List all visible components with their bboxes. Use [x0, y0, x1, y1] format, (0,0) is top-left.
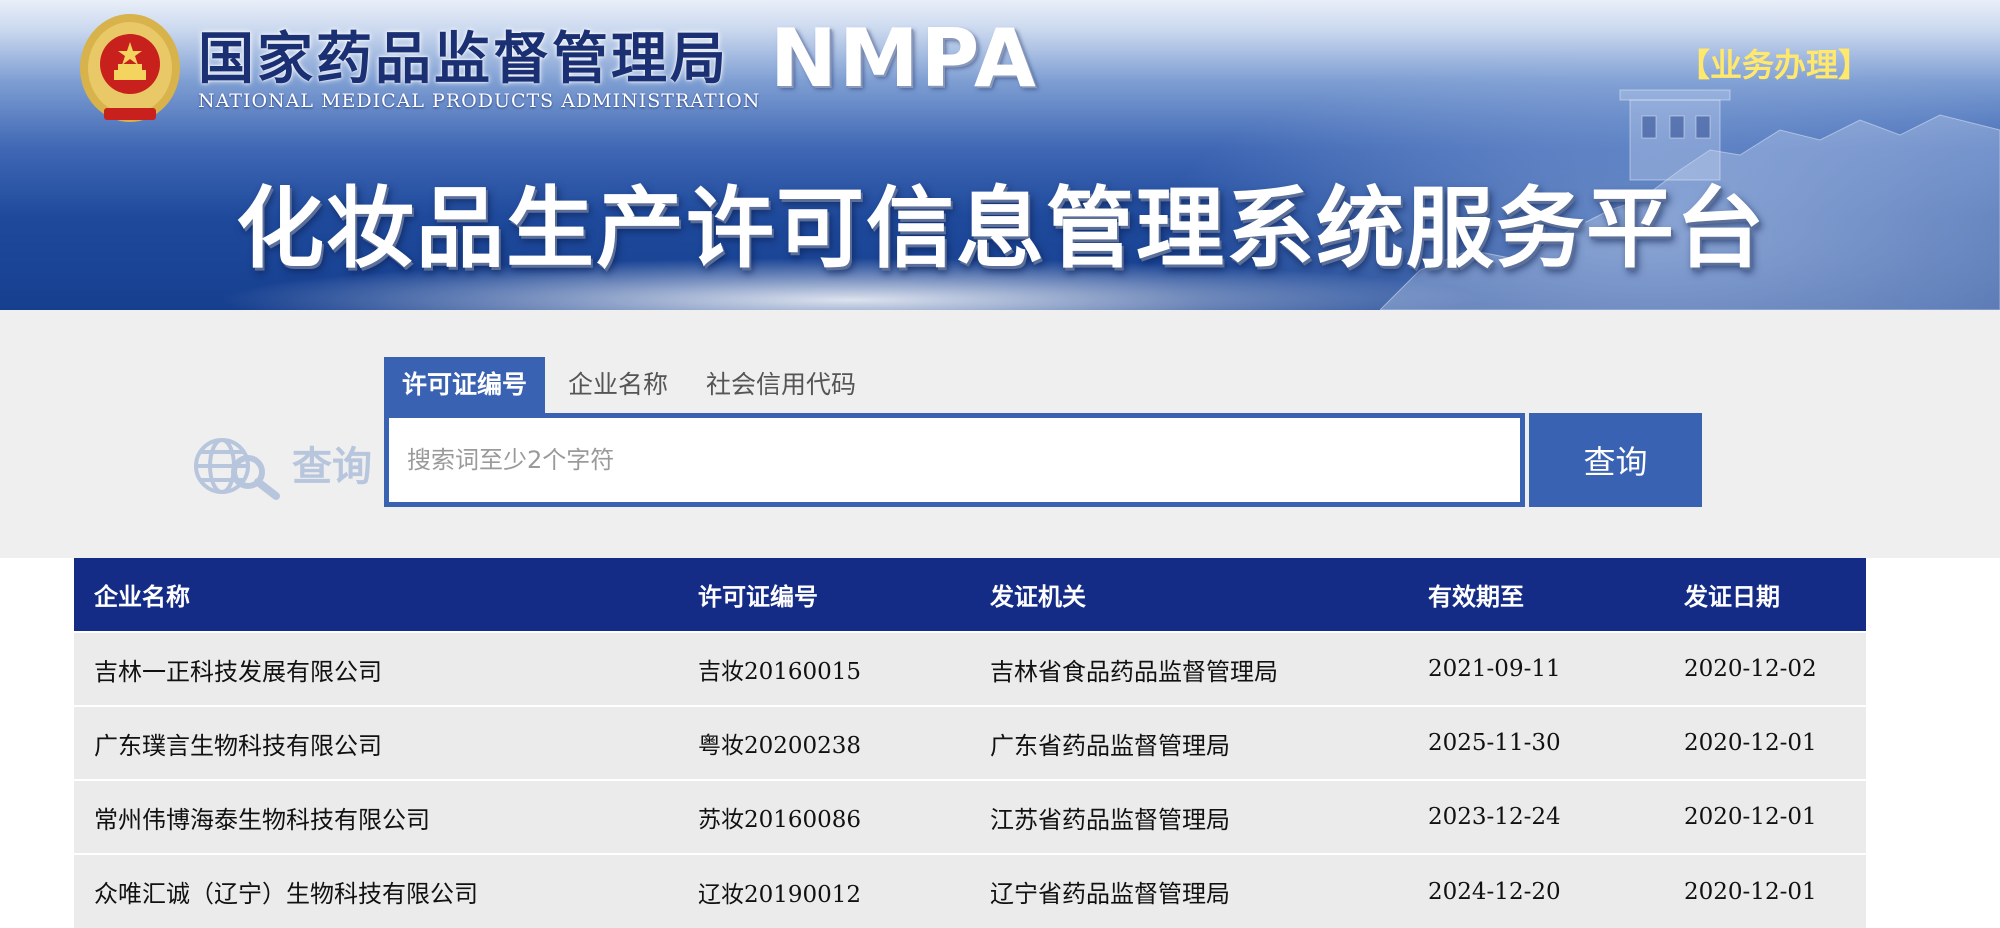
results-table: 企业名称 许可证编号 发证机关 有效期至 发证日期 吉林一正科技发展有限公司 吉…: [74, 558, 1866, 928]
search-logo-text: 查询: [292, 444, 372, 490]
cell-license-number: 粤妆20200238: [678, 705, 970, 780]
column-header-valid-until[interactable]: 有效期至: [1408, 558, 1664, 632]
search-box: [384, 413, 1525, 507]
cell-issue-date: 2020-12-02: [1664, 631, 1866, 706]
org-abbr-logo: NMPA: [770, 12, 1038, 105]
business-link[interactable]: 【业务办理】: [1678, 40, 1870, 86]
tab-company-name[interactable]: 企业名称: [568, 357, 668, 413]
table-row[interactable]: 广东璞言生物科技有限公司 粤妆20200238 广东省药品监督管理局 2025-…: [74, 705, 1866, 780]
cell-license-number: 吉妆20160015: [678, 631, 970, 706]
column-header-license-number[interactable]: 许可证编号: [678, 558, 970, 632]
cell-license-number: 苏妆20160086: [678, 779, 970, 854]
search-panel: 查询 许可证编号 企业名称 社会信用代码 查询: [0, 310, 2000, 558]
search-input[interactable]: [389, 418, 1520, 502]
platform-title: 化妆品生产许可信息管理系统服务平台: [236, 177, 1767, 280]
org-name-cn: 国家药品监督管理局: [198, 26, 729, 92]
cell-valid-until: 2024-12-20: [1408, 853, 1664, 928]
search-button[interactable]: 查询: [1529, 413, 1702, 507]
cell-issuing-authority: 吉林省食品药品监督管理局: [970, 631, 1408, 706]
globe-search-icon: [194, 438, 280, 500]
cell-company[interactable]: 众唯汇诚（辽宁）生物科技有限公司: [74, 853, 678, 928]
cell-company[interactable]: 吉林一正科技发展有限公司: [74, 631, 678, 706]
table-row[interactable]: 吉林一正科技发展有限公司 吉妆20160015 吉林省食品药品监督管理局 202…: [74, 631, 1866, 706]
cell-license-number: 辽妆20190012: [678, 853, 970, 928]
cell-issue-date: 2020-12-01: [1664, 705, 1866, 780]
national-emblem-icon: [80, 14, 180, 122]
cell-valid-until: 2025-11-30: [1408, 705, 1664, 780]
column-header-company[interactable]: 企业名称: [74, 558, 678, 632]
cell-issue-date: 2020-12-01: [1664, 779, 1866, 854]
tab-license-number[interactable]: 许可证编号: [384, 357, 546, 413]
column-header-issue-date[interactable]: 发证日期: [1664, 558, 1866, 632]
cell-issue-date: 2020-12-01: [1664, 853, 1866, 928]
cell-issuing-authority: 江苏省药品监督管理局: [970, 779, 1408, 854]
cell-valid-until: 2021-09-11: [1408, 631, 1664, 706]
cell-company[interactable]: 常州伟博海泰生物科技有限公司: [74, 779, 678, 854]
table-row[interactable]: 众唯汇诚（辽宁）生物科技有限公司 辽妆20190012 辽宁省药品监督管理局 2…: [74, 853, 1866, 928]
site-header-banner: 国家药品监督管理局 NATIONAL MEDICAL PRODUCTS ADMI…: [0, 0, 2000, 310]
org-name-en: NATIONAL MEDICAL PRODUCTS ADMINISTRATION: [198, 90, 761, 112]
table-row[interactable]: 常州伟博海泰生物科技有限公司 苏妆20160086 江苏省药品监督管理局 202…: [74, 779, 1866, 854]
cell-valid-until: 2023-12-24: [1408, 779, 1664, 854]
column-header-issuing-authority[interactable]: 发证机关: [970, 558, 1408, 632]
cell-issuing-authority: 辽宁省药品监督管理局: [970, 853, 1408, 928]
cell-issuing-authority: 广东省药品监督管理局: [970, 705, 1408, 780]
table-header-row: 企业名称 许可证编号 发证机关 有效期至 发证日期: [74, 558, 1866, 632]
tab-credit-code[interactable]: 社会信用代码: [706, 357, 856, 413]
cell-company[interactable]: 广东璞言生物科技有限公司: [74, 705, 678, 780]
